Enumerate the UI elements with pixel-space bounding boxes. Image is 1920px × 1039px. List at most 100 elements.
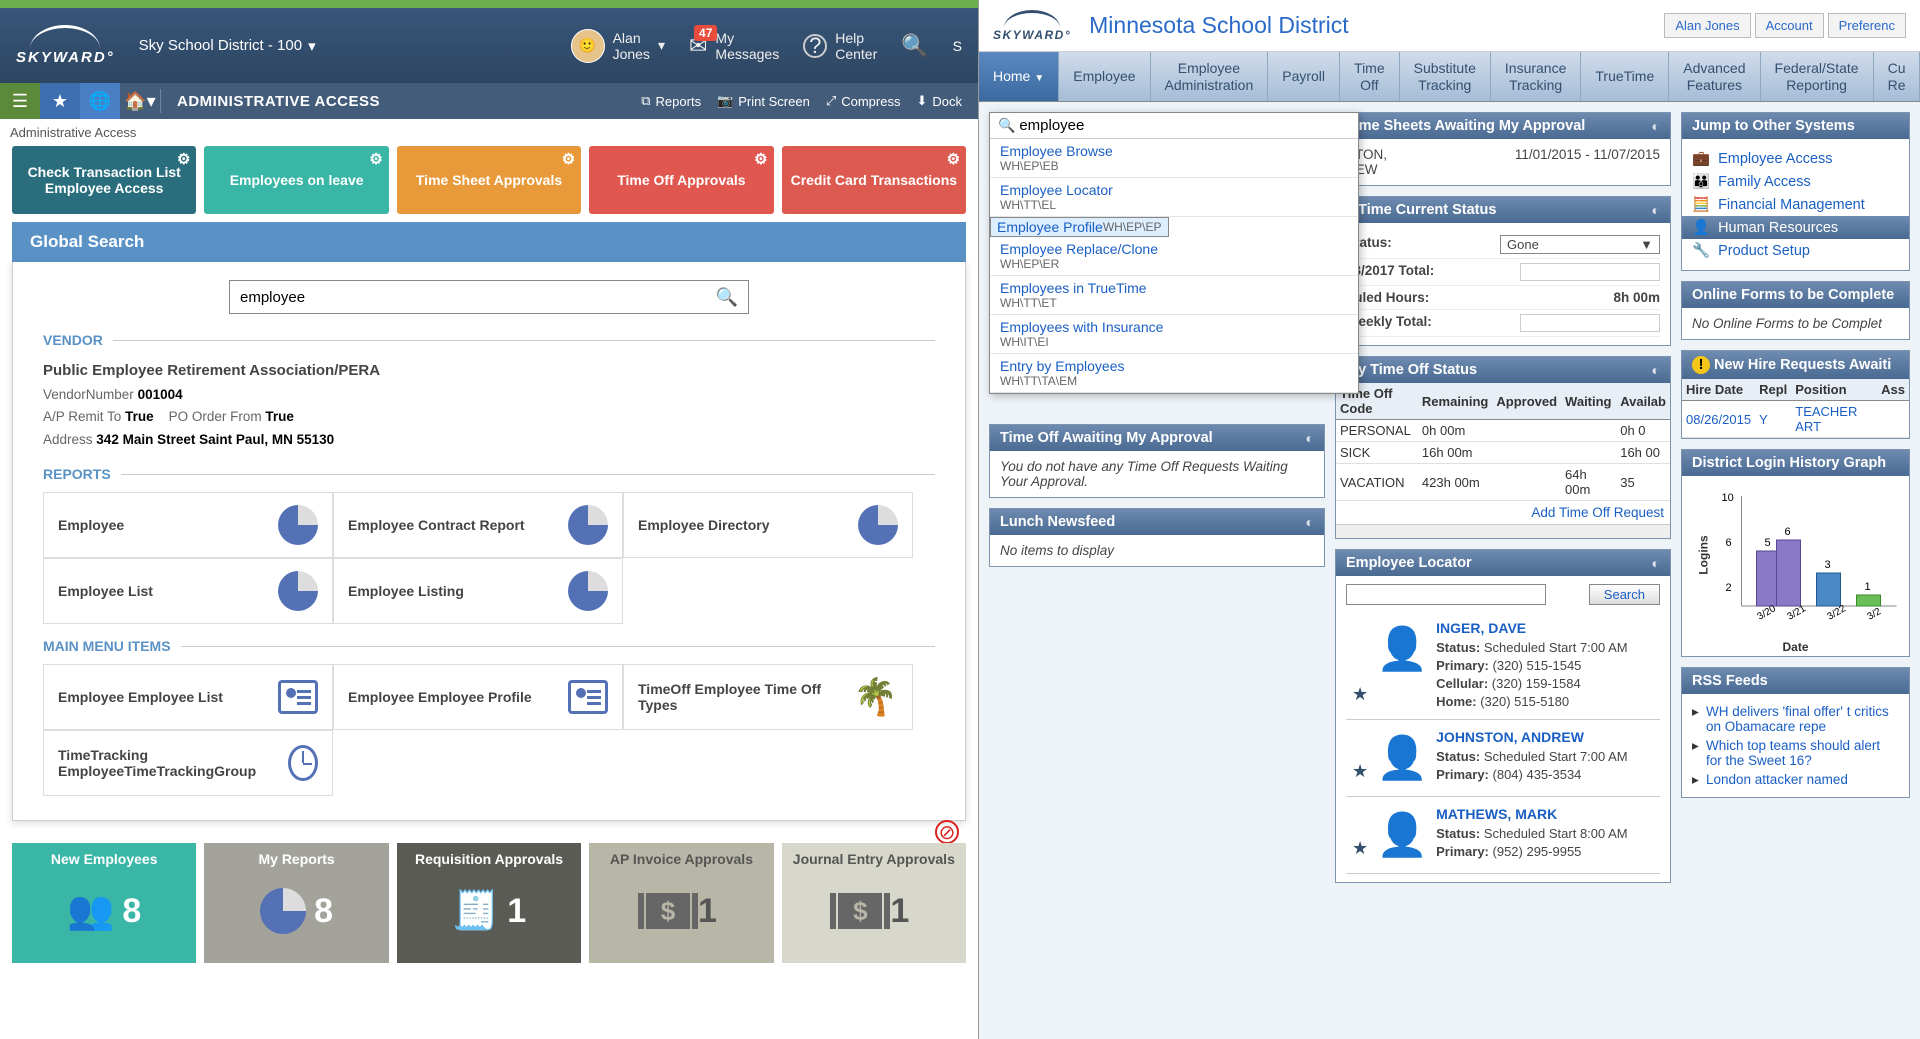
tile-timeoff-approvals[interactable]: ⚙Time Off Approvals xyxy=(589,146,773,214)
tile-journal-entry[interactable]: Journal Entry Approvals$1 xyxy=(782,843,966,963)
menu-item[interactable]: Employee Employee Profile xyxy=(333,664,623,730)
gear-icon[interactable]: ◐ xyxy=(1652,118,1660,134)
jump-link[interactable]: 👤Human Resources xyxy=(1682,216,1909,239)
report-item[interactable]: Employee xyxy=(43,492,333,558)
gear-icon[interactable]: ◐ xyxy=(1306,430,1314,446)
tab-federal-state[interactable]: Federal/State Reporting xyxy=(1761,52,1874,101)
jump-link[interactable]: 🔧Product Setup xyxy=(1692,239,1899,262)
tab-advanced[interactable]: Advanced Features xyxy=(1669,52,1760,101)
tab-substitute[interactable]: Substitute Tracking xyxy=(1400,52,1491,101)
globe-icon[interactable]: 🌐 xyxy=(80,83,120,119)
search-icon[interactable]: 🔍 xyxy=(901,33,928,59)
status-select[interactable]: Gone▼ xyxy=(1500,235,1660,254)
tab-insurance[interactable]: Insurance Tracking xyxy=(1491,52,1581,101)
copy-icon: ⧉ xyxy=(641,93,650,109)
preferences-link[interactable]: Preferenc xyxy=(1828,13,1906,38)
search-button[interactable]: Search xyxy=(1589,584,1660,605)
vendor-result[interactable]: Public Employee Retirement Association/P… xyxy=(43,358,935,452)
compress-button[interactable]: ⤢Compress xyxy=(826,93,901,109)
jump-link[interactable]: 💼Employee Access xyxy=(1692,147,1899,170)
help-link[interactable]: ? Help Center xyxy=(803,30,877,62)
search-suggestion[interactable]: Employees with InsuranceWH\IT\EI xyxy=(990,315,1358,354)
report-item[interactable]: Employee Contract Report xyxy=(333,492,623,558)
employee-card[interactable]: ★ 👤 MATHEWS, MARK Status: Scheduled Star… xyxy=(1346,797,1660,874)
pie-chart-icon xyxy=(278,505,318,545)
menu-item[interactable]: TimeOff Employee Time Off Types🌴 xyxy=(623,664,913,730)
messages-link[interactable]: ✉47 My Messages xyxy=(689,30,779,62)
tile-new-employees[interactable]: New Employees👥8 xyxy=(12,843,196,963)
jump-link[interactable]: 🧮Financial Management xyxy=(1692,193,1899,216)
tile-credit-card[interactable]: ⚙Credit Card Transactions xyxy=(782,146,966,214)
gear-icon[interactable]: ⚙ xyxy=(177,150,190,168)
gear-icon[interactable]: ◐ xyxy=(1306,514,1314,530)
scrollbar[interactable] xyxy=(1336,524,1670,538)
chevron-down-icon: ▾ xyxy=(308,37,316,55)
star-icon[interactable]: ★ xyxy=(1352,761,1368,782)
employee-card[interactable]: ★ 👤 INGER, DAVE Status: Scheduled Start … xyxy=(1346,611,1660,720)
search-icon[interactable]: 🔍 xyxy=(716,287,738,308)
tile-timesheet-approvals[interactable]: ⚙Time Sheet Approvals xyxy=(397,146,581,214)
employee-card[interactable]: ★ 👤 JOHNSTON, ANDREW Status: Scheduled S… xyxy=(1346,720,1660,797)
dock-button[interactable]: ⬇Dock xyxy=(916,93,962,109)
add-timeoff-link[interactable]: Add Time Off Request xyxy=(1336,501,1670,524)
star-icon[interactable]: ★ xyxy=(1352,838,1368,859)
star-icon[interactable]: ★ xyxy=(40,83,80,119)
menu-item[interactable]: TimeTracking EmployeeTimeTrackingGroup xyxy=(43,730,333,796)
gear-icon[interactable]: ⚙ xyxy=(562,150,575,168)
tab-payroll[interactable]: Payroll xyxy=(1268,52,1340,101)
quick-search-input[interactable] xyxy=(1019,117,1350,134)
user-menu[interactable]: 🙂 AlanJones ▾ xyxy=(571,29,665,63)
reports-button[interactable]: ⧉Reports xyxy=(641,93,701,109)
rss-link[interactable]: Which top teams should alert for the Swe… xyxy=(1692,736,1899,770)
page-title: ADMINISTRATIVE ACCESS xyxy=(161,93,641,110)
report-item[interactable]: Employee Listing xyxy=(333,558,623,624)
report-item[interactable]: Employee List xyxy=(43,558,333,624)
family-icon: 👪 xyxy=(1692,173,1710,190)
star-icon[interactable]: ★ xyxy=(1352,684,1368,705)
global-search-input[interactable] xyxy=(240,289,716,306)
avatar-icon: 👤 xyxy=(1378,805,1426,865)
rss-link[interactable]: London attacker named xyxy=(1692,770,1899,789)
search-suggestion[interactable]: Entry by EmployeesWH\TT\TA\EM xyxy=(990,354,1358,393)
report-item[interactable]: Employee Directory xyxy=(623,492,913,558)
rss-link[interactable]: WH delivers 'final offer' t critics on O… xyxy=(1692,702,1899,736)
tab-employee-admin[interactable]: Employee Administration xyxy=(1151,52,1269,101)
section-main-menu: MAIN MENU ITEMS xyxy=(43,638,935,654)
search-suggestion[interactable]: Employee ProfileWH\EP\EP xyxy=(990,217,1169,237)
tile-check-transaction[interactable]: ⚙Check Transaction List Employee Access xyxy=(12,146,196,214)
account-link[interactable]: Account xyxy=(1755,13,1824,38)
gear-icon[interactable]: ⚙ xyxy=(369,150,382,168)
tab-truetime[interactable]: TrueTime xyxy=(1581,52,1669,101)
locator-input[interactable] xyxy=(1346,584,1546,605)
gear-icon[interactable]: ◐ xyxy=(1652,202,1660,218)
tab-time-off[interactable]: Time Off xyxy=(1340,52,1400,101)
tab-employee[interactable]: Employee xyxy=(1059,52,1150,101)
gear-icon[interactable]: ◐ xyxy=(1652,555,1660,571)
alert-icon: ! xyxy=(1692,356,1710,374)
tab-home[interactable]: Home▼ xyxy=(979,52,1059,101)
widget-truetime: e Time Current Status◐ Status:Gone▼ 23/2… xyxy=(1335,196,1671,346)
search-suggestion[interactable]: Employee BrowseWH\EP\EB xyxy=(990,139,1358,178)
tile-employees-leave[interactable]: ⚙Employees on leave xyxy=(204,146,388,214)
menu-icon[interactable]: ☰ xyxy=(0,83,40,119)
user-link[interactable]: Alan Jones xyxy=(1664,13,1750,38)
search-suggestion[interactable]: Employee LocatorWH\TT\EL xyxy=(990,178,1358,217)
tile-my-reports[interactable]: My Reports8 xyxy=(204,843,388,963)
widget-online-forms: Online Forms to be Complete No Online Fo… xyxy=(1681,281,1910,340)
id-card-icon xyxy=(568,680,608,714)
gear-icon[interactable]: ◐ xyxy=(1652,362,1660,378)
table-row[interactable]: 08/26/2015YTEACHER ART xyxy=(1682,401,1909,438)
jump-link[interactable]: 👪Family Access xyxy=(1692,170,1899,193)
tab-custom[interactable]: Cu Re xyxy=(1874,52,1920,101)
tile-ap-invoice[interactable]: AP Invoice Approvals$1 xyxy=(589,843,773,963)
search-suggestion[interactable]: Employee Replace/CloneWH\EP\ER xyxy=(990,237,1358,276)
home-icon[interactable]: 🏠▾ xyxy=(120,83,160,119)
district-selector[interactable]: Sky School District - 100▾ xyxy=(139,37,316,55)
menu-item[interactable]: Employee Employee List xyxy=(43,664,333,730)
search-suggestion[interactable]: Employees in TrueTimeWH\TT\ET xyxy=(990,276,1358,315)
gear-icon[interactable]: ⚙ xyxy=(754,150,767,168)
id-card-icon: 👥 xyxy=(67,889,114,933)
print-button[interactable]: 📷Print Screen xyxy=(717,93,810,109)
tile-requisition[interactable]: Requisition Approvals🧾1 xyxy=(397,843,581,963)
gear-icon[interactable]: ⚙ xyxy=(947,150,960,168)
